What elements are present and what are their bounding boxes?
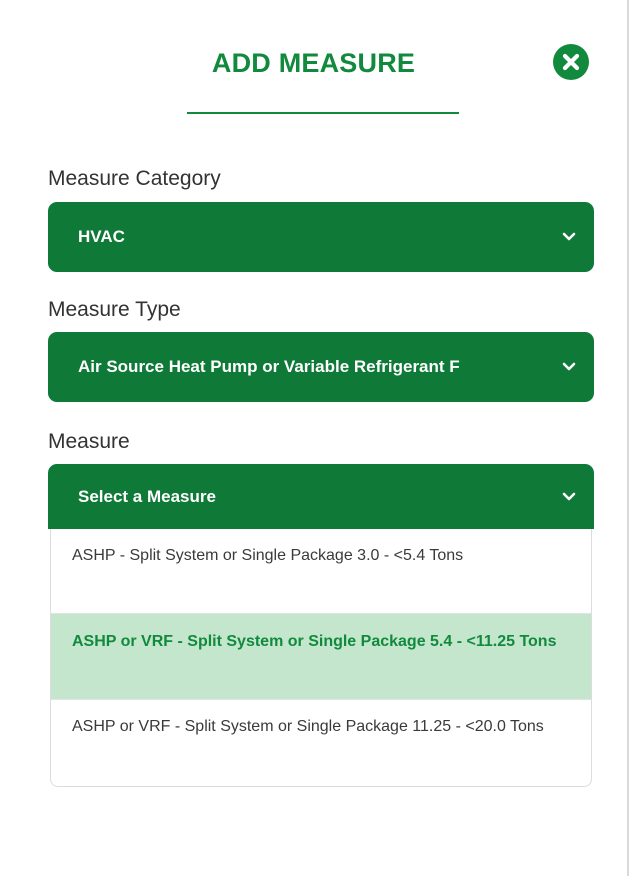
measure-select[interactable]: Select a Measure bbox=[48, 464, 594, 529]
chevron-down-icon bbox=[562, 362, 576, 371]
measure-type-value: Air Source Heat Pump or Variable Refrige… bbox=[78, 357, 460, 376]
close-circle-icon bbox=[562, 53, 580, 71]
option-divider bbox=[51, 699, 591, 700]
add-measure-modal: ADD MEASURE Measure Category HVAC Measur… bbox=[0, 0, 633, 876]
panel-edge bbox=[627, 0, 629, 876]
measure-type-select[interactable]: Air Source Heat Pump or Variable Refrige… bbox=[48, 332, 594, 402]
measure-placeholder: Select a Measure bbox=[78, 487, 216, 506]
measure-option[interactable]: ASHP - Split System or Single Package 3.… bbox=[51, 544, 591, 568]
measure-dropdown-list: ASHP - Split System or Single Package 3.… bbox=[50, 529, 592, 787]
measure-category-select[interactable]: HVAC bbox=[48, 202, 594, 272]
chevron-down-icon bbox=[562, 492, 576, 500]
measure-option[interactable]: ASHP or VRF - Split System or Single Pac… bbox=[51, 715, 591, 739]
chevron-down-icon bbox=[562, 232, 576, 241]
measure-option-selected[interactable]: ASHP or VRF - Split System or Single Pac… bbox=[51, 614, 591, 699]
title-underline bbox=[187, 112, 459, 114]
measure-category-label: Measure Category bbox=[48, 167, 221, 190]
close-button[interactable] bbox=[553, 44, 589, 80]
measure-category-value: HVAC bbox=[78, 227, 125, 246]
measure-type-label: Measure Type bbox=[48, 298, 181, 321]
measure-label: Measure bbox=[48, 430, 130, 453]
modal-title: ADD MEASURE bbox=[211, 48, 416, 78]
